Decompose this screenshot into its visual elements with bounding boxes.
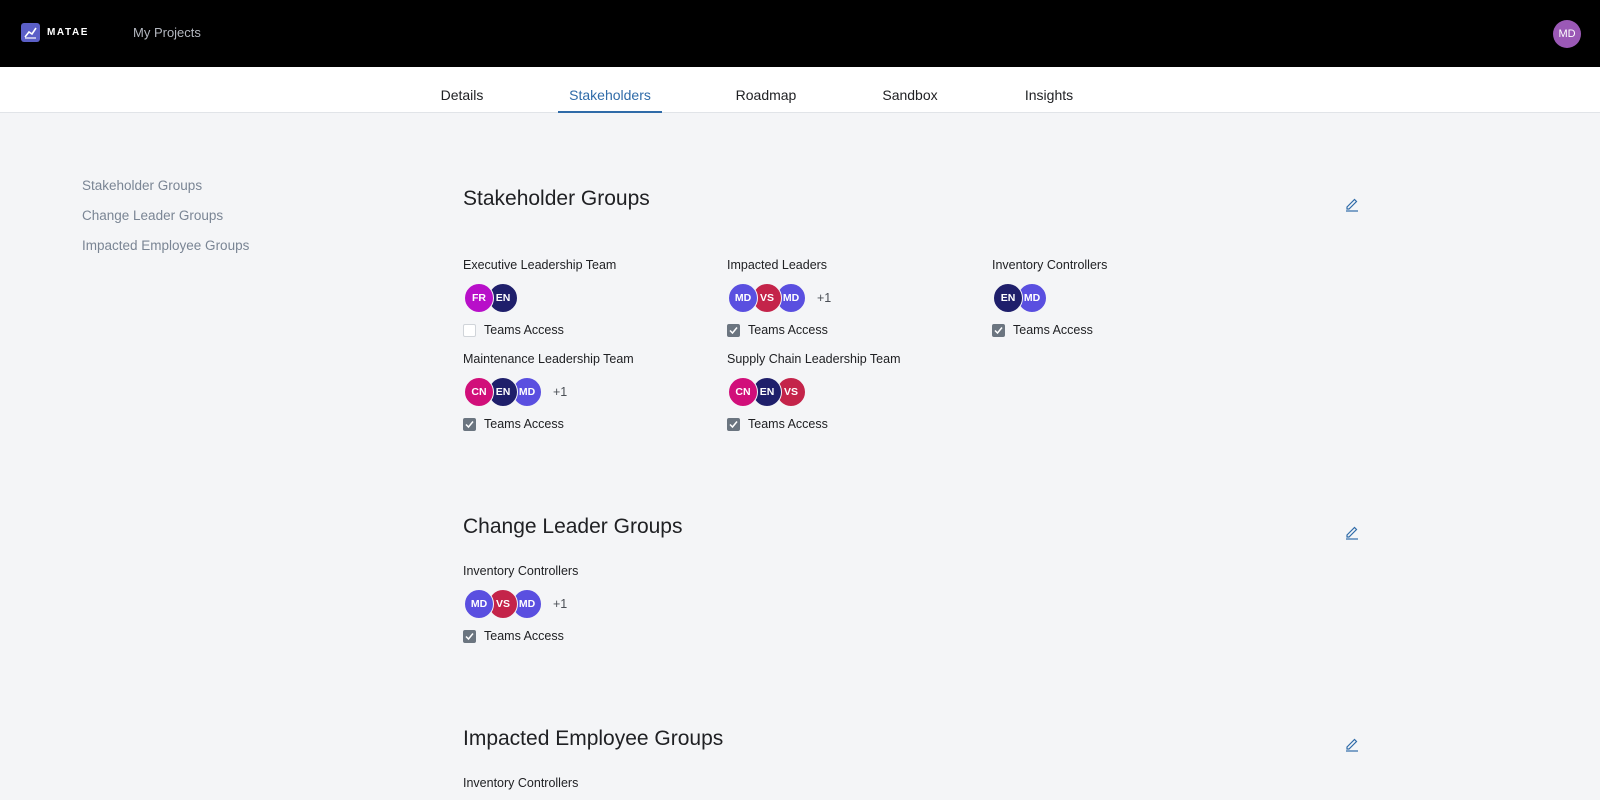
checkmark-icon — [729, 420, 738, 428]
member-avatar[interactable]: EN — [993, 283, 1023, 313]
tab-label: Roadmap — [735, 87, 797, 103]
group-card: Impacted Leaders MD VS MD +1 Teams Access — [727, 257, 831, 338]
group-name: Inventory Controllers — [992, 258, 1108, 272]
group-name: Inventory Controllers — [463, 564, 579, 578]
edit-pencil-icon[interactable] — [1344, 196, 1360, 212]
group-name: Supply Chain Leadership Team — [727, 352, 901, 366]
user-avatar[interactable]: MD — [1553, 20, 1581, 48]
teams-access-label: Teams Access — [748, 323, 828, 337]
teams-access-label: Teams Access — [1013, 323, 1093, 337]
group-name: Impacted Leaders — [727, 258, 828, 272]
teams-access-label: Teams Access — [484, 629, 564, 643]
app-logo[interactable]: MATAE — [21, 23, 89, 42]
member-avatars: CN EN MD +1 — [463, 377, 634, 407]
edit-pencil-icon[interactable] — [1344, 736, 1360, 752]
checkmark-icon — [994, 326, 1003, 334]
member-avatar[interactable]: FR — [464, 283, 494, 313]
my-projects-link[interactable]: My Projects — [133, 25, 201, 40]
group-name: Maintenance Leadership Team — [463, 352, 634, 366]
teams-access-checkbox[interactable] — [463, 629, 476, 643]
group-name: Executive Leadership Team — [463, 258, 617, 272]
checkmark-icon — [465, 420, 474, 428]
chart-trend-icon — [21, 23, 40, 42]
teams-access-checkbox[interactable] — [463, 323, 476, 337]
tab-bar: Details Stakeholders Roadmap Sandbox Ins… — [0, 67, 1600, 113]
group-card: Inventory Controllers MD VS MD +1 Teams Acces… — [463, 563, 578, 644]
more-members-count[interactable]: +1 — [817, 291, 831, 305]
checkmark-icon — [465, 632, 474, 640]
tab-sandbox[interactable]: Sandbox — [874, 67, 946, 113]
member-avatar[interactable]: CN — [728, 377, 758, 407]
member-avatars: MD VS MD +1 — [727, 283, 831, 313]
section-title-change-leader-groups: Change Leader Groups — [463, 515, 683, 538]
member-avatar[interactable]: MD — [728, 283, 758, 313]
active-tab-indicator — [558, 111, 662, 113]
member-avatars: FR EN — [463, 283, 616, 313]
member-avatar[interactable]: MD — [464, 589, 494, 619]
member-avatars: CN EN VS — [727, 377, 901, 407]
teams-access-toggle[interactable]: Teams Access — [463, 322, 616, 338]
tab-label: Insights — [1024, 87, 1074, 103]
member-avatars: EN MD — [992, 283, 1107, 313]
tab-roadmap[interactable]: Roadmap — [726, 67, 806, 113]
side-nav-change-leader-groups[interactable]: Change Leader Groups — [82, 208, 249, 238]
more-members-count[interactable]: +1 — [553, 597, 567, 611]
more-members-count[interactable]: +1 — [553, 385, 567, 399]
logo-text: MATAE — [47, 27, 90, 38]
side-nav-impacted-employee-groups[interactable]: Impacted Employee Groups — [82, 238, 249, 268]
checkmark-icon — [729, 326, 738, 334]
teams-access-label: Teams Access — [484, 417, 564, 431]
member-avatars: MD VS MD +1 — [463, 589, 578, 619]
edit-pencil-icon[interactable] — [1344, 524, 1360, 540]
tab-insights[interactable]: Insights — [1016, 67, 1082, 113]
side-nav-stakeholder-groups[interactable]: Stakeholder Groups — [82, 178, 249, 208]
teams-access-toggle[interactable]: Teams Access — [463, 628, 578, 644]
teams-access-checkbox[interactable] — [992, 323, 1005, 337]
top-bar: MATAE My Projects MD — [0, 0, 1600, 67]
tab-label: Details — [440, 87, 484, 103]
teams-access-label: Teams Access — [484, 323, 564, 337]
side-nav: Stakeholder Groups Change Leader Groups … — [82, 178, 249, 268]
member-avatar[interactable]: CN — [464, 377, 494, 407]
tab-label: Stakeholders — [569, 87, 651, 103]
teams-access-toggle[interactable]: Teams Access — [463, 416, 634, 432]
tab-details[interactable]: Details — [427, 67, 497, 113]
group-name: Inventory Controllers — [463, 776, 579, 790]
teams-access-checkbox[interactable] — [727, 323, 740, 337]
section-title-impacted-employee-groups: Impacted Employee Groups — [463, 727, 724, 750]
section-title-stakeholder-groups: Stakeholder Groups — [463, 187, 650, 210]
tab-label: Sandbox — [882, 87, 938, 103]
group-card: Executive Leadership Team FR EN Teams Acces… — [463, 257, 616, 338]
tab-stakeholders[interactable]: Stakeholders — [558, 67, 662, 113]
teams-access-checkbox[interactable] — [727, 417, 740, 431]
teams-access-toggle[interactable]: Teams Access — [727, 416, 901, 432]
group-card: Inventory Controllers EN MD Teams Access — [992, 257, 1107, 338]
teams-access-toggle[interactable]: Teams Access — [727, 322, 831, 338]
teams-access-toggle[interactable]: Teams Access — [992, 322, 1107, 338]
teams-access-checkbox[interactable] — [463, 417, 476, 431]
teams-access-label: Teams Access — [748, 417, 828, 431]
group-card: Maintenance Leadership Team CN EN MD +1 Teams… — [463, 351, 634, 432]
group-card: Supply Chain Leadership Team CN EN VS Teams … — [727, 351, 901, 432]
group-card: Inventory Controllers — [463, 775, 578, 791]
